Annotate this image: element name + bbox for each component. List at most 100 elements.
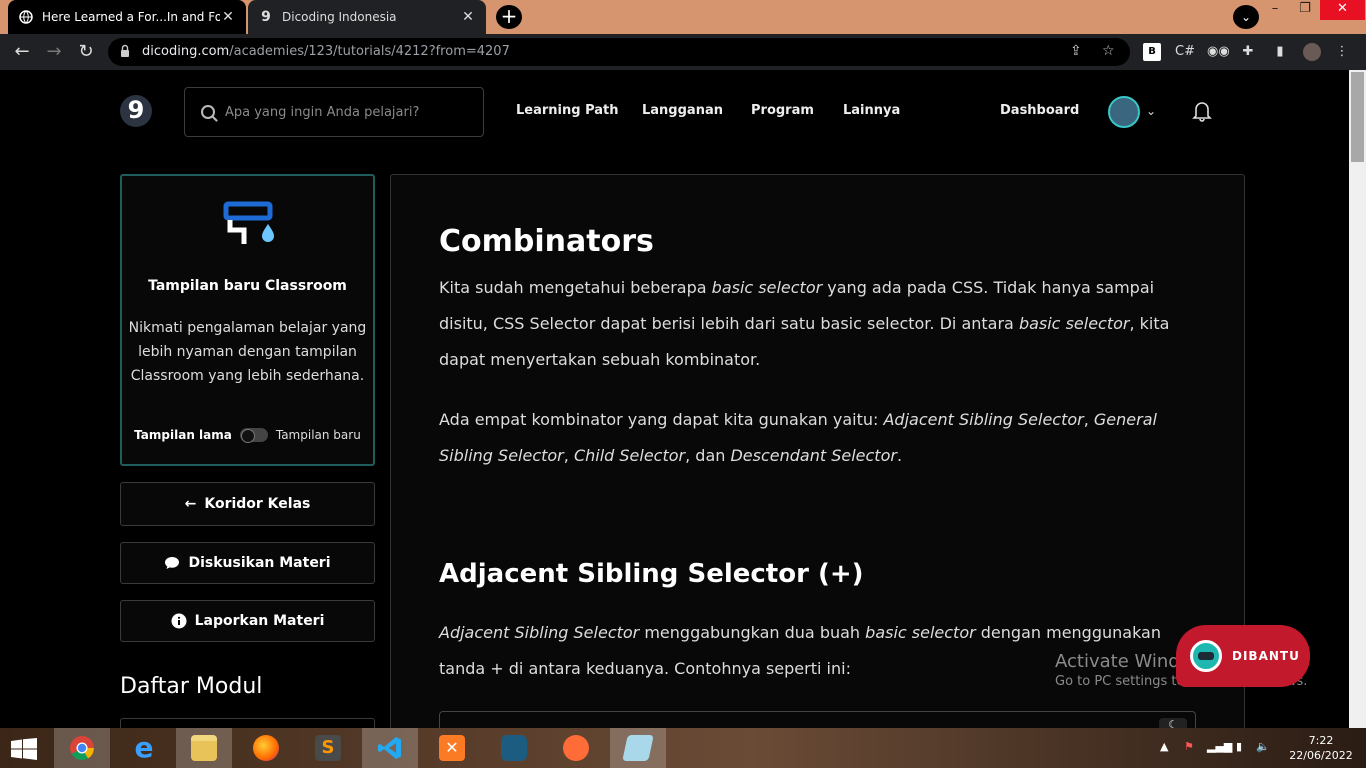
taskbar-mysql-workbench[interactable] [486,728,542,768]
toggle-label-new: Tampilan baru [275,428,361,442]
help-label: DIBANTU [1232,649,1300,663]
firefox-icon [253,735,279,761]
chrome-icon [70,736,94,761]
mysql-dolphin-icon [501,735,527,761]
windows-start-icon[interactable] [10,738,38,760]
taskbar-chrome[interactable] [54,728,110,768]
taskbar-notepad[interactable] [610,728,666,768]
text-run: Kita sudah mengetahui beberapa [439,278,712,297]
url-path: /academies/123/tutorials/4212?from=4207 [229,44,510,59]
arrow-left-icon: ← [184,496,197,512]
forward-arrow-icon[interactable]: → [42,40,66,64]
taskbar-vscode[interactable] [362,728,418,768]
robot-icon [1190,640,1222,672]
notepad-icon [622,735,654,761]
promo-description: Nikmati pengalaman belajar yang lebih ny… [128,320,367,384]
close-tab-icon[interactable]: ✕ [460,9,476,25]
new-tab-button[interactable]: + [496,5,522,29]
italic-term: Child Selector [573,446,686,465]
network-warning-icon[interactable]: ⚑ [1184,740,1194,753]
italic-term: basic selector [865,623,976,642]
internet-explorer-icon: e [134,731,154,764]
nav-langganan[interactable]: Langganan [642,103,723,118]
browser-tab-1[interactable]: Here Learned a For...In and For...o ✕ [8,0,246,34]
classroom-promo-card: Tampilan baru Classroom Nikmati pengalam… [120,174,375,466]
dibantu-help-button[interactable]: DIBANTU [1176,625,1310,687]
taskbar-sublime-text[interactable]: S [300,728,356,768]
italic-term: Adjacent Sibling Selector [439,623,640,642]
globe-icon [18,9,34,25]
text-run: , dan [685,446,731,465]
view-toggle-row: Tampilan lama Tampilan baru [122,428,373,443]
tab-search-chevron-icon[interactable]: ⌄ [1233,5,1259,29]
window-close-icon[interactable]: ✕ [1320,0,1365,20]
side-panel-icon[interactable]: ▮ [1271,43,1289,61]
folder-icon [191,735,217,761]
taskbar-clock[interactable]: 7:22 22/06/2022 [1286,733,1356,763]
search-icon [201,105,215,119]
back-arrow-icon[interactable]: ← [10,40,34,64]
nav-learning-path[interactable]: Learning Path [516,103,619,118]
user-avatar[interactable] [1108,96,1140,128]
search-input[interactable] [225,104,465,120]
chat-bubble-icon [165,557,180,569]
daftar-modul-heading: Daftar Modul [120,674,263,699]
text-run: , [563,446,574,465]
button-label: Diskusikan Materi [188,555,331,571]
chevron-down-icon[interactable]: ⌄ [1146,104,1156,118]
diskusikan-materi-button[interactable]: Diskusikan Materi [120,542,375,584]
info-icon [171,613,187,629]
close-tab-icon[interactable]: ✕ [220,9,236,25]
tray-overflow-icon[interactable]: ▲ [1160,740,1168,753]
taskbar-postman[interactable] [548,728,604,768]
url-text: dicoding.com/academies/123/tutorials/421… [142,44,510,59]
dicoding-logo[interactable]: 9 [120,95,152,127]
page-scrollbar[interactable] [1349,70,1366,728]
paint-roller-icon [223,201,274,244]
menu-kebab-icon[interactable]: ⋮ [1333,43,1351,61]
address-bar[interactable]: dicoding.com/academies/123/tutorials/421… [108,38,1130,66]
tab-title: Dicoding Indonesia [282,10,397,24]
windows-taskbar: e S ✕ ▲ ⚑ ▂▄▆ ▮ 🔈 [0,728,1366,768]
dicoding-favicon-icon: 9 [261,9,271,25]
bell-icon[interactable] [1192,100,1212,122]
xampp-icon: ✕ [439,735,465,761]
reload-icon[interactable]: ↻ [74,40,98,64]
laporkan-materi-button[interactable]: Laporkan Materi [120,600,375,642]
view-toggle-switch[interactable] [239,428,268,443]
nav-program[interactable]: Program [751,103,814,118]
koridor-kelas-button[interactable]: ← Koridor Kelas [120,482,375,526]
bookmark-star-icon[interactable]: ☆ [1102,43,1115,59]
italic-term: basic selector [1018,314,1130,333]
volume-icon[interactable]: 🔈 [1256,740,1270,753]
taskbar-xampp[interactable]: ✕ [424,728,480,768]
text-run: , [1083,410,1094,429]
extensions-puzzle-icon[interactable]: ✚ [1239,43,1257,61]
browser-tab-2[interactable]: 9 Dicoding Indonesia ✕ [248,0,486,34]
italic-term: basic selector [711,278,823,297]
profile-avatar-icon[interactable] [1303,43,1321,61]
signal-bars-icon[interactable]: ▂▄▆ [1207,740,1232,753]
extension-b-icon[interactable]: B [1143,43,1161,61]
italic-term: Descendant Selector [730,446,897,465]
taskbar-firefox[interactable] [238,728,294,768]
text-run: . [896,446,903,465]
extension-csharp-icon[interactable]: C# [1175,43,1195,61]
heading-adjacent-sibling: Adjacent Sibling Selector (+) [439,559,864,589]
nav-dashboard[interactable]: Dashboard [1000,103,1079,118]
taskbar-file-explorer[interactable] [176,728,232,768]
button-label: Laporkan Materi [194,613,325,629]
scrollbar-thumb[interactable] [1351,72,1364,162]
extension-glasses-icon[interactable]: ◉◉ [1207,43,1230,61]
lock-icon [121,44,129,57]
clock-date: 22/06/2022 [1289,749,1353,762]
restore-icon[interactable]: ❐ [1290,0,1320,20]
nav-lainnya[interactable]: Lainnya [843,103,900,118]
clock-time: 7:22 [1308,734,1334,747]
share-icon[interactable]: ⇪ [1070,43,1082,59]
toggle-label-old: Tampilan lama [134,428,232,442]
search-box[interactable] [184,87,484,137]
battery-icon[interactable]: ▮ [1236,740,1242,753]
minimize-icon[interactable]: – [1260,0,1290,20]
taskbar-internet-explorer[interactable]: e [116,728,172,768]
